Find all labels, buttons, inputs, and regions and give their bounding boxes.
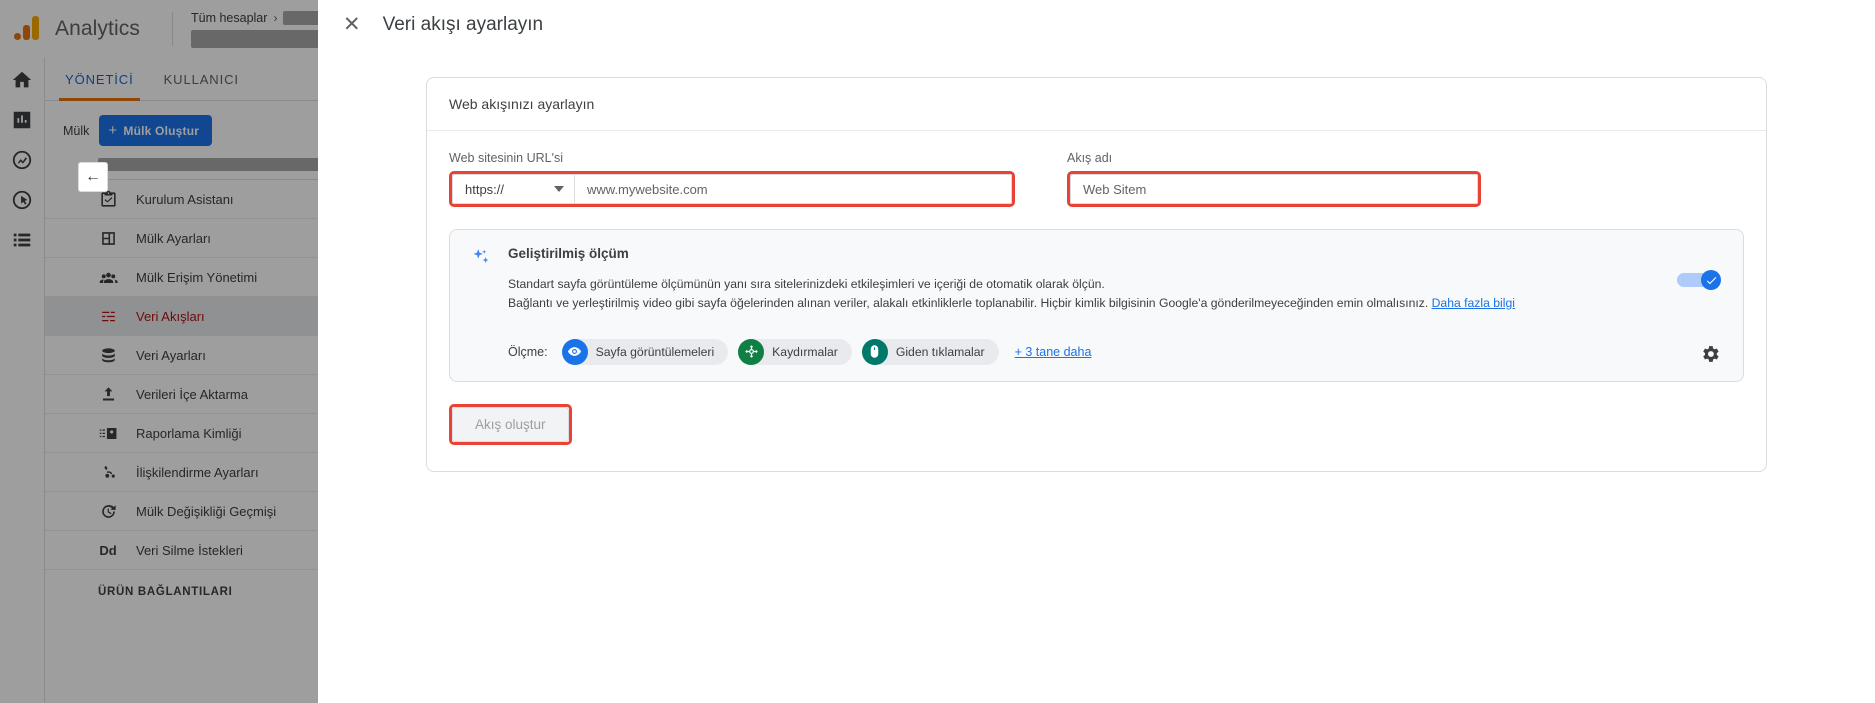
protocol-select[interactable]: https:// <box>453 175 575 203</box>
description-line-2-wrap: Bağlantı ve yerleştirilmiş video gibi sa… <box>508 294 1708 313</box>
description-line-1: Standart sayfa görüntüleme ölçümünün yan… <box>508 277 1105 291</box>
create-stream-button[interactable]: Akış oluştur <box>452 406 569 442</box>
stream-name-label: Akış adı <box>1067 151 1113 165</box>
card-title: Web akışınızı ayarlayın <box>427 78 1766 131</box>
modal-header: ✕ Veri akışı ayarlayın <box>318 0 1875 49</box>
learn-more-link[interactable]: Daha fazla bilgi <box>1432 296 1515 310</box>
eye-icon <box>561 338 588 365</box>
toggle-knob-check-icon <box>1701 270 1721 290</box>
chip-label: Giden tıklamalar <box>895 344 985 359</box>
more-measurements-link[interactable]: + 3 tane daha <box>1015 345 1092 359</box>
chevron-down-icon <box>554 186 564 192</box>
description-line-2: Bağlantı ve yerleştirilmiş video gibi sa… <box>508 295 1429 310</box>
chip-label: Kaydırmalar <box>772 344 838 359</box>
page-title: Veri akışı ayarlayın <box>382 13 544 35</box>
chip-label: Sayfa görüntülemeleri <box>595 344 715 359</box>
sparkle-icon <box>470 247 492 269</box>
screen: Analytics Tüm hesaplar › YÖNETİCİ KULLAN… <box>0 0 1875 703</box>
close-icon[interactable]: ✕ <box>343 14 361 35</box>
mouse-click-icon <box>861 338 888 365</box>
enhanced-measurement-description: Standart sayfa görüntüleme ölçümünün yan… <box>508 275 1708 313</box>
measure-label: Ölçme: <box>508 344 548 359</box>
url-field-highlight: https:// <box>449 171 1015 207</box>
scroll-target-icon <box>738 338 765 365</box>
create-stream-highlight: Akış oluştur <box>449 403 572 445</box>
measurement-chips-row: Ölçme: Sayfa görüntülemeleri Kaydırmalar… <box>470 338 1725 365</box>
collapse-sidebar-button[interactable]: ← <box>78 162 108 192</box>
enhanced-measurement-top: Geliştirilmiş ölçüm Standart sayfa görün… <box>470 246 1725 313</box>
card-body: Web sitesinin URL'si https:// www.mywebs… <box>427 131 1766 471</box>
web-stream-card: Web akışınızı ayarlayın Web sitesinin UR… <box>426 77 1767 472</box>
chip-page-views[interactable]: Sayfa görüntülemeleri <box>561 338 729 365</box>
website-url-input[interactable] <box>575 175 1011 203</box>
url-input-shell: https:// <box>452 174 1012 204</box>
website-url-field: Web sitesinin URL'si https:// <box>449 151 1015 207</box>
fields-row: Web sitesinin URL'si https:// www.mywebs… <box>449 151 1744 207</box>
modal-body: Web akışınızı ayarlayın Web sitesinin UR… <box>318 49 1875 472</box>
chip-outbound-clicks[interactable]: Giden tıklamalar <box>861 338 999 365</box>
protocol-value: https:// <box>465 181 505 197</box>
enhanced-measurement-box: Geliştirilmiş ölçüm Standart sayfa görün… <box>449 229 1744 382</box>
stream-name-field: Akış adı <box>1067 151 1481 207</box>
chip-scrolls[interactable]: Kaydırmalar <box>738 338 852 365</box>
stream-name-shell <box>1070 174 1478 204</box>
stream-name-input[interactable] <box>1071 175 1477 203</box>
enhanced-measurement-title: Geliştirilmiş ölçüm <box>508 246 629 261</box>
enhanced-measurement-main: Geliştirilmiş ölçüm Standart sayfa görün… <box>508 246 1725 313</box>
setup-data-stream-modal: ✕ Veri akışı ayarlayın Web akışınızı aya… <box>318 0 1875 703</box>
gear-icon[interactable] <box>1699 343 1721 365</box>
enhanced-measurement-toggle[interactable] <box>1677 270 1721 290</box>
stream-name-highlight <box>1067 171 1481 207</box>
website-url-label: Web sitesinin URL'si <box>449 151 564 165</box>
